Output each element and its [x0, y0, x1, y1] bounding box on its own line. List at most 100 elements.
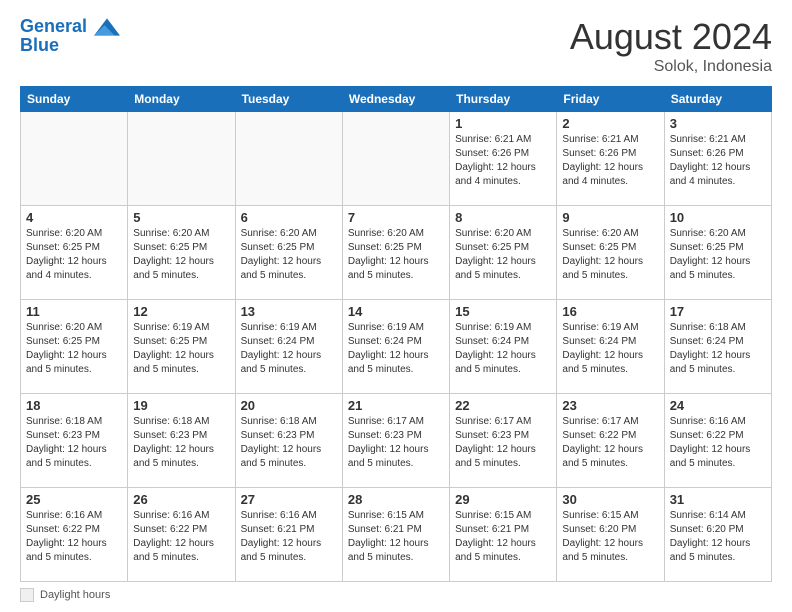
day-info: Sunrise: 6:16 AM Sunset: 6:22 PM Dayligh… [670, 415, 766, 471]
day-number: 20 [241, 398, 337, 413]
calendar-cell: 6Sunrise: 6:20 AM Sunset: 6:25 PM Daylig… [235, 206, 342, 300]
day-info: Sunrise: 6:18 AM Sunset: 6:23 PM Dayligh… [241, 415, 337, 471]
calendar-cell [235, 112, 342, 206]
header: General Blue August 2024 Solok, Indonesi… [20, 16, 772, 76]
day-info: Sunrise: 6:15 AM Sunset: 6:21 PM Dayligh… [348, 509, 444, 565]
calendar-cell: 24Sunrise: 6:16 AM Sunset: 6:22 PM Dayli… [664, 394, 771, 488]
calendar-week-4: 25 Sunrise: 6:16 AM Sunset: 6:22 PM Dayli… [21, 488, 772, 582]
calendar-cell: 13 Sunrise: 6:19 AM Sunset: 6:24 PM Dayli… [235, 300, 342, 394]
calendar-cell: 1 Sunrise: 6:21 AM Sunset: 6:26 PM Daylig… [450, 112, 557, 206]
calendar-cell: 3 Sunrise: 6:21 AM Sunset: 6:26 PM Daylig… [664, 112, 771, 206]
day-number: 30 [562, 492, 658, 507]
weekday-friday: Friday [557, 87, 664, 112]
title-block: August 2024 Solok, Indonesia [570, 16, 772, 76]
day-info: Sunrise: 6:21 AM Sunset: 6:26 PM Dayligh… [670, 133, 766, 189]
day-number: 6 [241, 210, 337, 225]
calendar-cell: 5Sunrise: 6:20 AM Sunset: 6:25 PM Daylig… [128, 206, 235, 300]
day-number: 23 [562, 398, 658, 413]
calendar-cell: 12 Sunrise: 6:19 AM Sunset: 6:25 PM Dayli… [128, 300, 235, 394]
calendar-body: 1 Sunrise: 6:21 AM Sunset: 6:26 PM Daylig… [21, 112, 772, 582]
weekday-saturday: Saturday [664, 87, 771, 112]
day-info: Sunrise: 6:14 AM Sunset: 6:20 PM Dayligh… [670, 509, 766, 565]
day-number: 10 [670, 210, 766, 225]
day-number: 13 [241, 304, 337, 319]
day-info: Sunrise: 6:20 AM Sunset: 6:25 PM Dayligh… [455, 227, 551, 283]
day-info: Sunrise: 6:19 AM Sunset: 6:25 PM Dayligh… [133, 321, 229, 377]
calendar-cell: 9Sunrise: 6:20 AM Sunset: 6:25 PM Daylig… [557, 206, 664, 300]
calendar-cell [21, 112, 128, 206]
day-info: Sunrise: 6:17 AM Sunset: 6:23 PM Dayligh… [348, 415, 444, 471]
calendar-cell: 28 Sunrise: 6:15 AM Sunset: 6:21 PM Dayli… [342, 488, 449, 582]
day-number: 11 [26, 304, 122, 319]
day-number: 12 [133, 304, 229, 319]
calendar-cell: 16Sunrise: 6:19 AM Sunset: 6:24 PM Dayli… [557, 300, 664, 394]
calendar-week-0: 1 Sunrise: 6:21 AM Sunset: 6:26 PM Daylig… [21, 112, 772, 206]
day-info: Sunrise: 6:21 AM Sunset: 6:26 PM Dayligh… [562, 133, 658, 189]
day-number: 17 [670, 304, 766, 319]
logo-text: General [20, 16, 120, 37]
calendar-table: SundayMondayTuesdayWednesdayThursdayFrid… [20, 86, 772, 582]
calendar-week-1: 4Sunrise: 6:20 AM Sunset: 6:25 PM Daylig… [21, 206, 772, 300]
calendar-cell: 18Sunrise: 6:18 AM Sunset: 6:23 PM Dayli… [21, 394, 128, 488]
day-number: 9 [562, 210, 658, 225]
day-number: 1 [455, 116, 551, 131]
calendar-cell: 31 Sunrise: 6:14 AM Sunset: 6:20 PM Dayli… [664, 488, 771, 582]
calendar-cell: 27Sunrise: 6:16 AM Sunset: 6:21 PM Dayli… [235, 488, 342, 582]
day-info: Sunrise: 6:17 AM Sunset: 6:22 PM Dayligh… [562, 415, 658, 471]
day-info: Sunrise: 6:21 AM Sunset: 6:26 PM Dayligh… [455, 133, 551, 189]
day-info: Sunrise: 6:19 AM Sunset: 6:24 PM Dayligh… [455, 321, 551, 377]
calendar-cell: 15 Sunrise: 6:19 AM Sunset: 6:24 PM Dayli… [450, 300, 557, 394]
day-number: 7 [348, 210, 444, 225]
weekday-wednesday: Wednesday [342, 87, 449, 112]
page: General Blue August 2024 Solok, Indonesi… [0, 0, 792, 612]
day-number: 14 [348, 304, 444, 319]
calendar-cell: 8 Sunrise: 6:20 AM Sunset: 6:25 PM Daylig… [450, 206, 557, 300]
calendar-week-3: 18 Sunrise: 6:18 AM Sunset: 6:23 PM Dayli… [21, 394, 772, 488]
day-number: 21 [348, 398, 444, 413]
day-info: Sunrise: 6:19 AM Sunset: 6:24 PM Dayligh… [241, 321, 337, 377]
logo: General Blue [20, 16, 120, 55]
day-number: 3 [670, 116, 766, 131]
day-info: Sunrise: 6:15 AM Sunset: 6:20 PM Dayligh… [562, 509, 658, 565]
footer: Daylight hours [20, 588, 772, 602]
calendar-cell: 25 Sunrise: 6:16 AM Sunset: 6:22 PM Dayli… [21, 488, 128, 582]
day-info: Sunrise: 6:20 AM Sunset: 6:25 PM Dayligh… [670, 227, 766, 283]
day-number: 16 [562, 304, 658, 319]
calendar-cell: 19Sunrise: 6:18 AM Sunset: 6:23 PM Dayli… [128, 394, 235, 488]
calendar-header: SundayMondayTuesdayWednesdayThursdayFrid… [21, 87, 772, 112]
day-number: 28 [348, 492, 444, 507]
calendar-cell: 11 Sunrise: 6:20 AM Sunset: 6:25 PM Dayli… [21, 300, 128, 394]
weekday-sunday: Sunday [21, 87, 128, 112]
calendar-cell: 30 Sunrise: 6:15 AM Sunset: 6:20 PM Dayli… [557, 488, 664, 582]
day-number: 19 [133, 398, 229, 413]
weekday-header-row: SundayMondayTuesdayWednesdayThursdayFrid… [21, 87, 772, 112]
day-number: 15 [455, 304, 551, 319]
day-info: Sunrise: 6:16 AM Sunset: 6:21 PM Dayligh… [241, 509, 337, 565]
weekday-thursday: Thursday [450, 87, 557, 112]
daylight-box [20, 588, 34, 602]
calendar-cell: 14 Sunrise: 6:19 AM Sunset: 6:24 PM Dayli… [342, 300, 449, 394]
day-info: Sunrise: 6:16 AM Sunset: 6:22 PM Dayligh… [133, 509, 229, 565]
day-number: 8 [455, 210, 551, 225]
day-number: 26 [133, 492, 229, 507]
calendar-week-2: 11 Sunrise: 6:20 AM Sunset: 6:25 PM Dayli… [21, 300, 772, 394]
day-info: Sunrise: 6:15 AM Sunset: 6:21 PM Dayligh… [455, 509, 551, 565]
day-number: 18 [26, 398, 122, 413]
day-info: Sunrise: 6:16 AM Sunset: 6:22 PM Dayligh… [26, 509, 122, 565]
day-info: Sunrise: 6:18 AM Sunset: 6:24 PM Dayligh… [670, 321, 766, 377]
day-number: 2 [562, 116, 658, 131]
day-info: Sunrise: 6:17 AM Sunset: 6:23 PM Dayligh… [455, 415, 551, 471]
calendar-cell: 22 Sunrise: 6:17 AM Sunset: 6:23 PM Dayli… [450, 394, 557, 488]
day-info: Sunrise: 6:20 AM Sunset: 6:25 PM Dayligh… [26, 321, 122, 377]
calendar-cell: 21 Sunrise: 6:17 AM Sunset: 6:23 PM Dayli… [342, 394, 449, 488]
day-number: 25 [26, 492, 122, 507]
day-number: 5 [133, 210, 229, 225]
day-info: Sunrise: 6:20 AM Sunset: 6:25 PM Dayligh… [26, 227, 122, 283]
calendar-cell: 17 Sunrise: 6:18 AM Sunset: 6:24 PM Dayli… [664, 300, 771, 394]
calendar-cell: 26 Sunrise: 6:16 AM Sunset: 6:22 PM Dayli… [128, 488, 235, 582]
calendar-cell: 10 Sunrise: 6:20 AM Sunset: 6:25 PM Dayli… [664, 206, 771, 300]
day-number: 22 [455, 398, 551, 413]
day-number: 31 [670, 492, 766, 507]
weekday-tuesday: Tuesday [235, 87, 342, 112]
day-info: Sunrise: 6:19 AM Sunset: 6:24 PM Dayligh… [348, 321, 444, 377]
